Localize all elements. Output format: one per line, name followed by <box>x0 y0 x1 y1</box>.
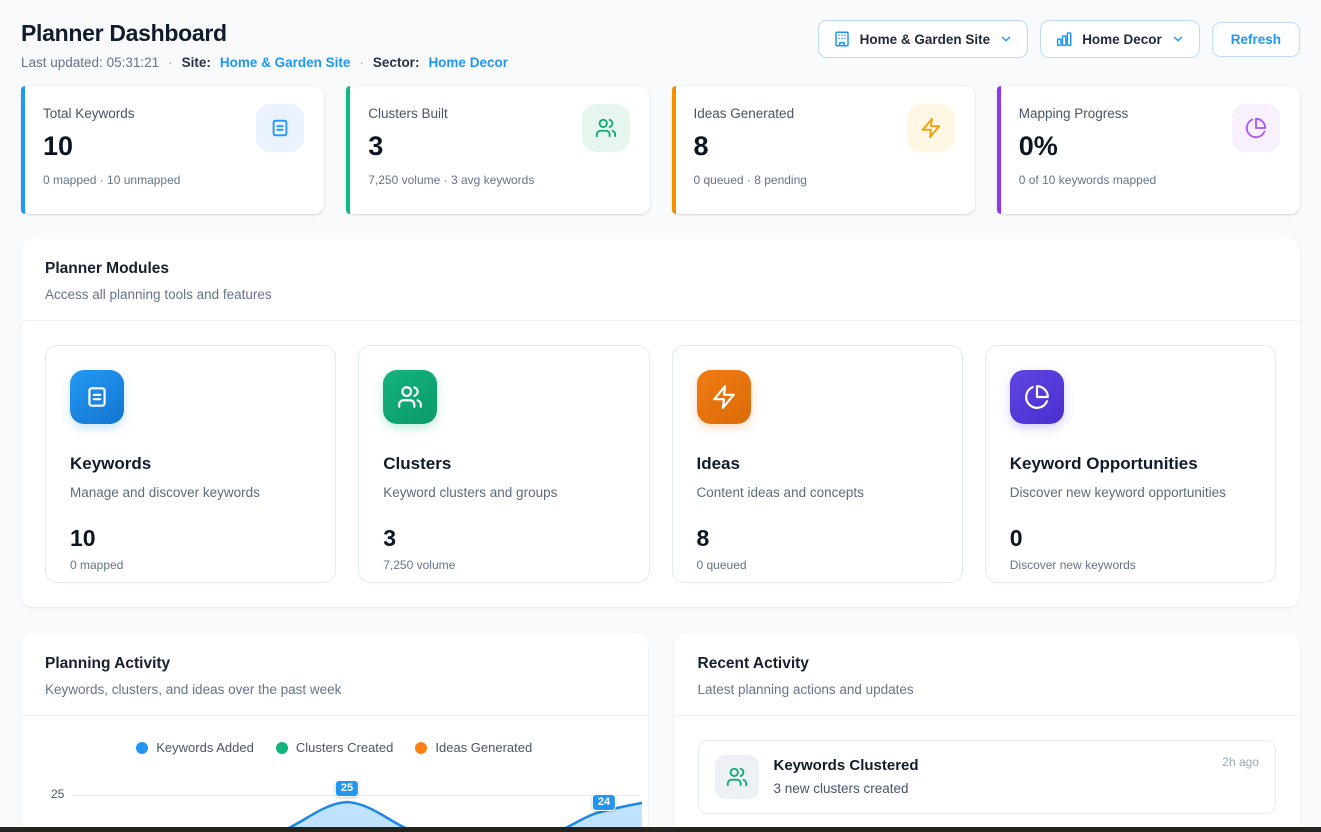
activity-list: Keywords Clustered 2h ago 3 new clusters… <box>674 716 1301 832</box>
stat-subtext: 7,250 volume · 3 avg keywords <box>368 173 627 187</box>
header-actions: Home & Garden Site Home Decor Refresh <box>818 20 1300 58</box>
legend-dot-green <box>276 742 288 754</box>
stat-subtext: 0 queued · 8 pending <box>694 173 953 187</box>
legend-label: Ideas Generated <box>435 740 532 755</box>
modules-grid: Keywords Manage and discover keywords 10… <box>21 321 1300 607</box>
legend-item-keywords-added: Keywords Added <box>136 740 254 755</box>
data-point-label: 25 <box>335 780 359 797</box>
stat-subtext: 0 of 10 keywords mapped <box>1019 173 1278 187</box>
chart-legend: Keywords Added Clusters Created Ideas Ge… <box>21 740 648 755</box>
stat-subtext: 0 mapped · 10 unmapped <box>43 173 302 187</box>
keywords-added-area-series <box>72 767 642 832</box>
page-title: Planner Dashboard <box>21 20 508 47</box>
bar-chart-icon <box>1055 30 1073 48</box>
note-icon <box>70 370 124 424</box>
module-value: 0 <box>1010 525 1251 552</box>
bottom-edge-strip <box>0 827 1321 832</box>
refresh-button[interactable]: Refresh <box>1212 22 1300 57</box>
module-title: Keyword Opportunities <box>1010 454 1251 474</box>
chevron-down-icon <box>999 32 1013 46</box>
section-subtitle: Access all planning tools and features <box>45 287 1276 302</box>
users-icon <box>715 755 759 799</box>
users-icon <box>383 370 437 424</box>
activity-description: 3 new clusters created <box>774 781 1260 796</box>
sector-selector-dropdown[interactable]: Home Decor <box>1040 20 1200 58</box>
module-description: Content ideas and concepts <box>697 485 938 500</box>
activity-item-top: Keywords Clustered 2h ago <box>774 755 1260 774</box>
module-title: Clusters <box>383 454 624 474</box>
planning-activity-chart: 25 25 24 <box>21 767 648 832</box>
site-link[interactable]: Home & Garden Site <box>220 55 351 70</box>
legend-item-ideas-generated: Ideas Generated <box>415 740 532 755</box>
header-meta: Last updated: 05:31:21 · Site: Home & Ga… <box>21 55 508 70</box>
module-subtext: 7,250 volume <box>383 558 624 572</box>
zap-icon <box>697 370 751 424</box>
sector-link[interactable]: Home Decor <box>428 55 508 70</box>
module-title: Ideas <box>697 454 938 474</box>
site-selector-dropdown[interactable]: Home & Garden Site <box>818 20 1029 58</box>
note-icon <box>256 104 304 152</box>
meta-separator: · <box>359 55 364 70</box>
site-label: Site: <box>182 55 211 70</box>
activity-item-keywords-clustered[interactable]: Keywords Clustered 2h ago 3 new clusters… <box>698 740 1277 814</box>
data-point-label: 24 <box>592 794 616 811</box>
module-card-clusters[interactable]: Clusters Keyword clusters and groups 3 7… <box>358 345 649 583</box>
module-card-keyword-opportunities[interactable]: Keyword Opportunities Discover new keywo… <box>985 345 1276 583</box>
zap-icon <box>907 104 955 152</box>
module-title: Keywords <box>70 454 311 474</box>
section-subtitle: Keywords, clusters, and ideas over the p… <box>45 682 624 697</box>
module-description: Discover new keyword opportunities <box>1010 485 1251 500</box>
legend-item-clusters-created: Clusters Created <box>276 740 394 755</box>
planner-modules-section: Planner Modules Access all planning tool… <box>21 238 1300 607</box>
planning-activity-section: Planning Activity Keywords, clusters, an… <box>21 633 648 832</box>
module-description: Keyword clusters and groups <box>383 485 624 500</box>
sector-selector-label: Home Decor <box>1082 32 1162 47</box>
module-value: 10 <box>70 525 311 552</box>
module-card-ideas[interactable]: Ideas Content ideas and concepts 8 0 que… <box>672 345 963 583</box>
legend-label: Keywords Added <box>156 740 254 755</box>
stat-card-clusters-built: Clusters Built 3 7,250 volume · 3 avg ke… <box>346 86 649 214</box>
legend-dot-orange <box>415 742 427 754</box>
section-title: Planning Activity <box>45 655 624 673</box>
module-subtext: Discover new keywords <box>1010 558 1251 572</box>
y-axis-tick: 25 <box>51 787 64 801</box>
chevron-down-icon <box>1171 32 1185 46</box>
section-title: Planner Modules <box>45 260 1276 278</box>
building-icon <box>833 30 851 48</box>
bottom-row: Planning Activity Keywords, clusters, an… <box>21 633 1300 832</box>
users-icon <box>582 104 630 152</box>
page-header: Planner Dashboard Last updated: 05:31:21… <box>21 20 1300 70</box>
activity-item-body: Keywords Clustered 2h ago 3 new clusters… <box>774 755 1260 799</box>
stats-row: Total Keywords 10 0 mapped · 10 unmapped… <box>21 86 1300 214</box>
pie-chart-icon <box>1232 104 1280 152</box>
module-card-keywords[interactable]: Keywords Manage and discover keywords 10… <box>45 345 336 583</box>
planner-modules-header: Planner Modules Access all planning tool… <box>21 238 1300 321</box>
activity-title: Keywords Clustered <box>774 757 919 774</box>
planner-dashboard-page: Planner Dashboard Last updated: 05:31:21… <box>0 20 1321 832</box>
sector-label: Sector: <box>373 55 420 70</box>
site-selector-label: Home & Garden Site <box>860 32 991 47</box>
section-subtitle: Latest planning actions and updates <box>698 682 1277 697</box>
recent-activity-section: Recent Activity Latest planning actions … <box>674 633 1301 832</box>
legend-dot-blue <box>136 742 148 754</box>
stat-card-total-keywords: Total Keywords 10 0 mapped · 10 unmapped <box>21 86 324 214</box>
pie-chart-icon <box>1010 370 1064 424</box>
meta-separator: · <box>168 55 173 70</box>
stat-card-mapping-progress: Mapping Progress 0% 0 of 10 keywords map… <box>997 86 1300 214</box>
last-updated-text: Last updated: 05:31:21 <box>21 55 159 70</box>
stat-card-ideas-generated: Ideas Generated 8 0 queued · 8 pending <box>672 86 975 214</box>
recent-activity-header: Recent Activity Latest planning actions … <box>674 633 1301 716</box>
section-title: Recent Activity <box>698 655 1277 673</box>
activity-timestamp: 2h ago <box>1222 755 1259 769</box>
planning-activity-header: Planning Activity Keywords, clusters, an… <box>21 633 648 716</box>
module-subtext: 0 queued <box>697 558 938 572</box>
module-value: 3 <box>383 525 624 552</box>
page-header-left: Planner Dashboard Last updated: 05:31:21… <box>21 20 508 70</box>
module-value: 8 <box>697 525 938 552</box>
module-subtext: 0 mapped <box>70 558 311 572</box>
legend-label: Clusters Created <box>296 740 394 755</box>
module-description: Manage and discover keywords <box>70 485 311 500</box>
